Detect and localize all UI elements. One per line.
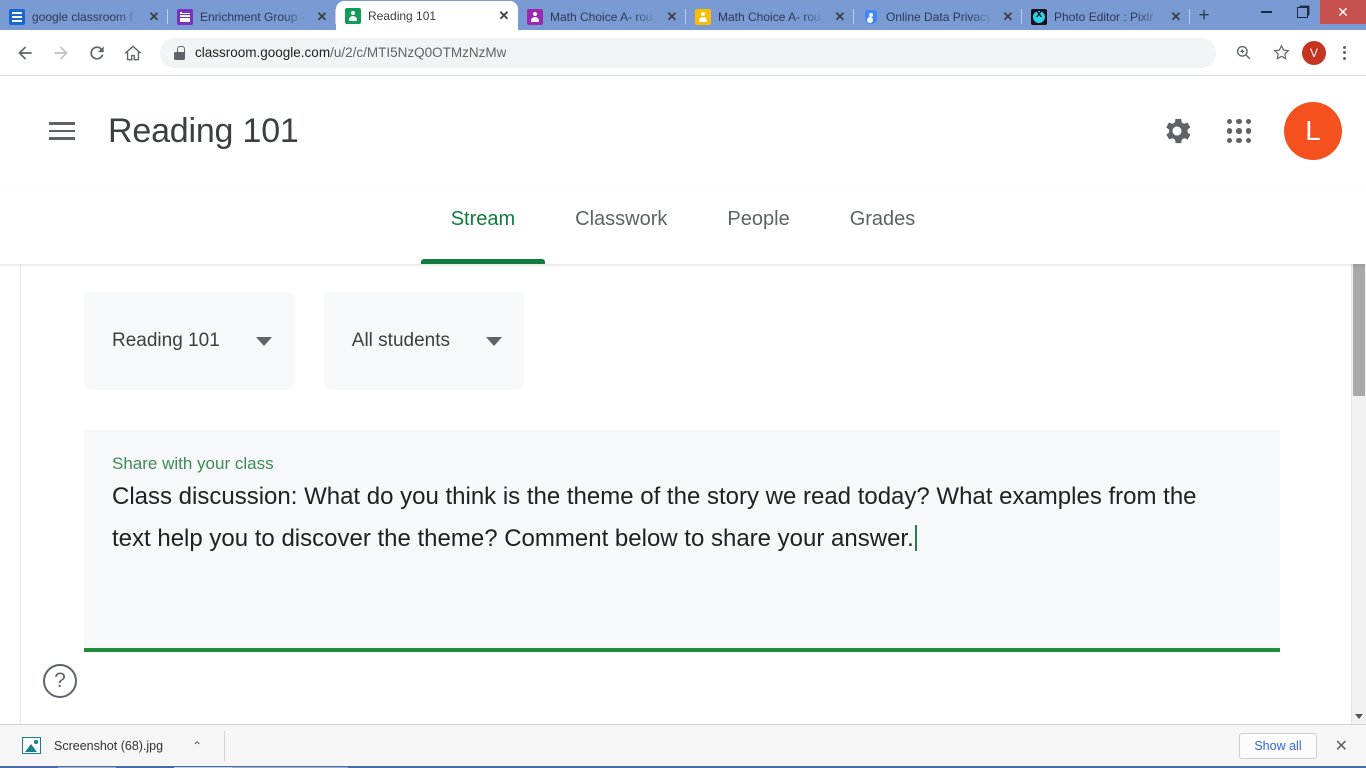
avatar[interactable]: L <box>1284 102 1342 160</box>
close-download-bar-icon[interactable]: ✕ <box>1327 736 1356 756</box>
browser-tab[interactable]: Math Choice A- rou ✕ <box>518 3 686 30</box>
tabstrip: google classroom f ✕ Enrichment Group - … <box>0 0 1366 30</box>
close-icon[interactable]: ✕ <box>664 9 680 25</box>
shield-icon <box>863 9 879 25</box>
maximize-button[interactable] <box>1284 0 1320 24</box>
composer-label: Share with your class <box>112 454 274 473</box>
window-controls: ✕ <box>1248 0 1366 30</box>
students-filter-label: All students <box>351 330 450 351</box>
lock-icon <box>174 45 185 60</box>
classroom-header: Reading 101 L <box>0 76 1366 186</box>
download-item[interactable]: Screenshot (68).jpg ⌃ <box>10 730 226 761</box>
chevron-down-icon <box>486 336 502 346</box>
composer-input[interactable]: Class discussion: What do you think is t… <box>112 476 1217 560</box>
scrollbar-thumb[interactable] <box>1353 246 1365 396</box>
google-classroom-icon <box>695 8 711 25</box>
home-icon[interactable] <box>116 36 150 70</box>
back-icon[interactable] <box>8 36 42 70</box>
stream-filters: Reading 101 All students <box>84 292 1366 390</box>
close-icon[interactable]: ✕ <box>832 9 848 25</box>
image-file-icon <box>22 737 41 754</box>
google-classroom-icon <box>527 8 543 25</box>
close-window-button[interactable]: ✕ <box>1320 0 1366 24</box>
reload-icon[interactable] <box>80 36 114 70</box>
gear-icon[interactable] <box>1160 114 1194 148</box>
chevron-up-icon[interactable]: ⌃ <box>192 739 202 753</box>
close-icon[interactable]: ✕ <box>146 9 162 25</box>
chevron-down-icon <box>255 336 272 346</box>
google-sheets-icon <box>177 8 193 25</box>
apps-grid-icon[interactable] <box>1222 114 1256 148</box>
download-file-name: Screenshot (68).jpg <box>54 738 164 753</box>
browser-tab-title: Reading 101 <box>368 8 437 23</box>
students-filter-dropdown[interactable]: All students <box>323 292 524 390</box>
browser-tab[interactable]: Photo Editor : Pixlr ✕ <box>1022 3 1190 30</box>
zoom-icon[interactable] <box>1226 36 1260 70</box>
url-domain: classroom.google.com <box>195 45 331 60</box>
tab-classwork[interactable]: Classwork <box>545 186 697 264</box>
minimize-button[interactable] <box>1248 0 1284 24</box>
bookmark-star-icon[interactable] <box>1264 36 1298 70</box>
browser-tab-active[interactable]: Reading 101 ✕ <box>336 1 518 30</box>
browser-tab-title: Online Data Privacy <box>886 9 993 24</box>
class-filter-label: Reading 101 <box>112 330 220 351</box>
browser-tab-title: Enrichment Group - <box>200 9 305 24</box>
stream-feed: Reading 101 All students Share with your… <box>0 264 1366 652</box>
stream-scroll-area[interactable]: Reading 101 All students Share with your… <box>0 264 1366 724</box>
tab-separator <box>1189 9 1190 24</box>
new-tab-button[interactable]: + <box>1190 2 1218 30</box>
close-icon[interactable]: ✕ <box>1000 9 1016 25</box>
close-icon[interactable]: ✕ <box>314 9 330 25</box>
browser-tab[interactable]: google classroom f ✕ <box>0 3 168 30</box>
class-filter-dropdown[interactable]: Reading 101 <box>84 292 294 390</box>
left-rail <box>0 264 21 724</box>
google-classroom-icon <box>9 8 25 25</box>
pixlr-icon <box>1031 8 1047 25</box>
show-all-button[interactable]: Show all <box>1239 732 1317 759</box>
browser-toolbar: classroom.google.com/u/2/c/MTI5NzQ0OTMzN… <box>0 30 1366 76</box>
composer-text-value: Class discussion: What do you think is t… <box>112 483 1197 552</box>
browser-tab-title: Math Choice A- rou <box>550 9 653 24</box>
download-bar: Screenshot (68).jpg ⌃ Show all ✕ <box>0 724 1366 766</box>
tab-people[interactable]: People <box>697 186 819 264</box>
google-classroom-icon <box>345 7 361 24</box>
post-composer[interactable]: Share with your class Class discussion: … <box>84 430 1280 652</box>
forward-icon[interactable] <box>44 36 78 70</box>
browser-tab[interactable]: Enrichment Group - ✕ <box>168 3 336 30</box>
classroom-nav-tabs: Stream Classwork People Grades <box>0 186 1366 264</box>
url-text: classroom.google.com/u/2/c/MTI5NzQ0OTMzN… <box>195 45 506 60</box>
close-icon[interactable]: ✕ <box>496 8 512 24</box>
header-actions: L <box>1160 102 1342 160</box>
chrome-menu-icon[interactable] <box>1330 39 1358 67</box>
scroll-down-icon[interactable] <box>1352 708 1366 724</box>
browser-tab[interactable]: Online Data Privacy ✕ <box>854 3 1022 30</box>
browser-tab-title: Math Choice A- rou <box>718 9 821 24</box>
help-icon[interactable]: ? <box>43 664 77 698</box>
toolbar-right: V <box>1226 36 1358 70</box>
tab-grades[interactable]: Grades <box>820 186 946 264</box>
text-cursor <box>914 525 917 551</box>
url-path: /u/2/c/MTI5NzQ0OTMzNzMw <box>330 45 507 60</box>
browser-profile-avatar[interactable]: V <box>1302 40 1326 65</box>
hamburger-menu-icon[interactable] <box>40 109 84 153</box>
address-bar[interactable]: classroom.google.com/u/2/c/MTI5NzQ0OTMzN… <box>160 37 1216 68</box>
browser-tab-title: google classroom f <box>32 9 133 24</box>
page-viewport: Reading 101 L Stream Classwork People Gr… <box>0 76 1366 724</box>
page-title: Reading 101 <box>108 111 299 150</box>
close-icon[interactable]: ✕ <box>1168 9 1184 25</box>
tab-stream[interactable]: Stream <box>420 186 546 264</box>
browser-tab-strip: google classroom f ✕ Enrichment Group - … <box>0 0 1366 30</box>
browser-tab[interactable]: Math Choice A- rou ✕ <box>686 3 854 30</box>
browser-tab-title: Photo Editor : Pixlr <box>1054 9 1154 24</box>
